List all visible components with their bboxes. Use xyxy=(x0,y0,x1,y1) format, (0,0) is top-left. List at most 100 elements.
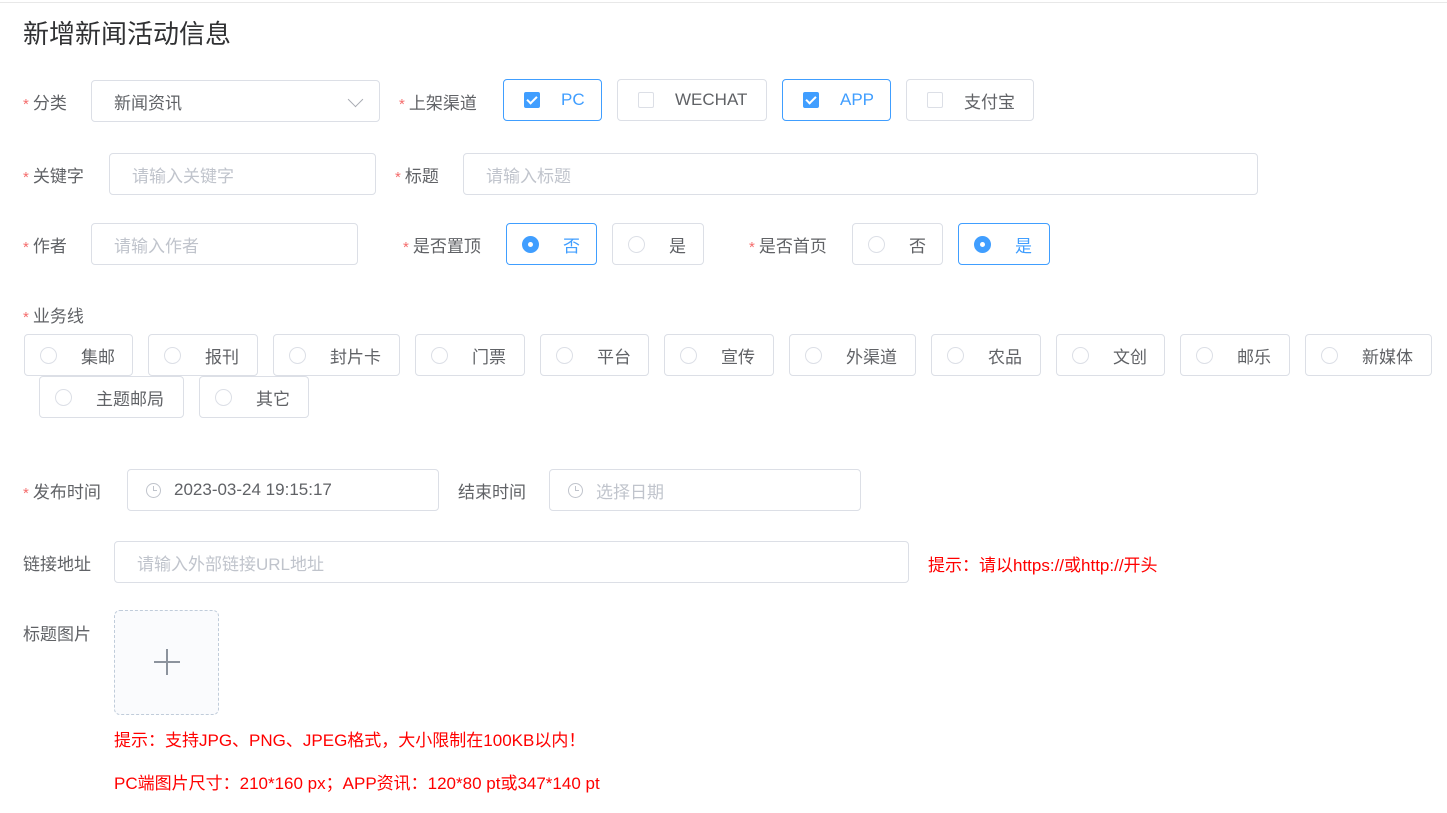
keyword-label: * 关键字 xyxy=(23,162,84,187)
page-title: 新增新闻活动信息 xyxy=(23,19,232,49)
required-mark: * xyxy=(749,239,755,256)
radio-icon xyxy=(215,388,232,406)
radio-icon xyxy=(805,346,822,364)
radio-icon xyxy=(868,235,885,253)
clock-icon xyxy=(146,482,161,498)
required-mark: * xyxy=(395,169,401,186)
business-option: 农品 xyxy=(988,347,1022,367)
channel-label-app: APP xyxy=(840,90,875,109)
business-radio[interactable]: 报刊 xyxy=(148,334,258,376)
publish-time-picker[interactable]: 2023-03-24 19:15:17 xyxy=(127,469,439,511)
homepage-option-yes: 是 xyxy=(1015,236,1032,256)
homepage-radio-no[interactable]: 否 xyxy=(852,223,943,265)
radio-icon xyxy=(556,346,573,364)
channel-checkbox-pc[interactable]: PC xyxy=(503,79,602,121)
business-option: 平台 xyxy=(597,347,631,367)
image-format-hint: 提示：支持JPG、PNG、JPEG格式，大小限制在100KB以内！ xyxy=(114,731,586,750)
business-line-label: * 业务线 xyxy=(23,302,84,327)
keyword-input[interactable]: 请输入关键字 xyxy=(109,153,376,195)
business-option: 其它 xyxy=(256,389,290,409)
top-divider xyxy=(0,2,1447,3)
keyword-placeholder: 请输入关键字 xyxy=(132,166,234,186)
business-radio[interactable]: 邮乐 xyxy=(1180,334,1290,376)
homepage-radio-yes[interactable]: 是 xyxy=(958,223,1050,265)
publish-time-label-text: 发布时间 xyxy=(32,483,101,502)
business-radio[interactable]: 外渠道 xyxy=(789,334,916,376)
required-mark: * xyxy=(23,96,29,113)
category-value: 新闻资讯 xyxy=(114,93,182,113)
publish-time-value: 2023-03-24 19:15:17 xyxy=(174,480,332,499)
channel-label-pc: PC xyxy=(561,90,585,109)
pinned-option-yes: 是 xyxy=(669,236,686,256)
image-size-hint: PC端图片尺寸：210*160 px；APP资讯：120*80 pt或347*1… xyxy=(114,774,600,793)
channels-label-text: 上架渠道 xyxy=(408,94,477,113)
homepage-label-text: 是否首页 xyxy=(758,237,827,256)
link-hint: 提示：请以https://或http://开头 xyxy=(928,556,1158,575)
required-mark: * xyxy=(403,239,409,256)
checkbox-checked-icon xyxy=(524,92,540,108)
channel-checkbox-alipay[interactable]: 支付宝 xyxy=(906,79,1034,121)
business-radio[interactable]: 集邮 xyxy=(24,334,133,376)
business-option: 新媒体 xyxy=(1362,347,1413,367)
required-mark: * xyxy=(23,485,29,502)
business-option: 宣传 xyxy=(721,347,755,367)
radio-icon xyxy=(1321,346,1338,364)
business-option: 报刊 xyxy=(205,347,239,367)
radio-checked-icon xyxy=(522,235,539,253)
business-option: 集邮 xyxy=(81,347,115,367)
author-label-text: 作者 xyxy=(32,237,67,256)
pinned-radio-yes[interactable]: 是 xyxy=(612,223,704,265)
homepage-label: * 是否首页 xyxy=(749,232,827,257)
radio-icon xyxy=(628,235,645,253)
end-time-placeholder: 选择日期 xyxy=(596,482,664,502)
business-radio[interactable]: 平台 xyxy=(540,334,649,376)
author-input[interactable]: 请输入作者 xyxy=(91,223,358,265)
image-upload-button[interactable] xyxy=(114,610,219,715)
pinned-label-text: 是否置顶 xyxy=(412,237,481,256)
business-option: 主题邮局 xyxy=(96,389,164,409)
business-option: 邮乐 xyxy=(1237,347,1271,367)
radio-icon xyxy=(1196,346,1213,364)
required-mark: * xyxy=(23,309,29,326)
title-label: * 标题 xyxy=(395,162,439,187)
radio-icon xyxy=(1072,346,1089,364)
publish-time-label: * 发布时间 xyxy=(23,478,101,503)
plus-icon-vertical xyxy=(166,649,168,675)
title-input[interactable]: 请输入标题 xyxy=(463,153,1258,195)
business-option: 封片卡 xyxy=(330,347,381,367)
business-radio[interactable]: 农品 xyxy=(931,334,1041,376)
radio-icon xyxy=(164,346,181,364)
checkbox-icon xyxy=(638,92,654,108)
pinned-radio-no[interactable]: 否 xyxy=(506,223,597,265)
business-option: 文创 xyxy=(1113,347,1147,367)
channel-checkbox-app[interactable]: APP xyxy=(782,79,891,121)
title-placeholder: 请输入标题 xyxy=(486,166,571,186)
title-label-text: 标题 xyxy=(404,167,439,186)
business-radio[interactable]: 门票 xyxy=(415,334,525,376)
business-option: 外渠道 xyxy=(846,347,897,367)
radio-icon xyxy=(431,346,448,364)
category-label: * 分类 xyxy=(23,89,67,114)
channels-label: * 上架渠道 xyxy=(399,89,477,114)
channel-checkbox-wechat[interactable]: WECHAT xyxy=(617,79,767,121)
link-input[interactable]: 请输入外部链接URL地址 xyxy=(114,541,909,583)
chevron-down-icon xyxy=(347,91,364,108)
radio-icon xyxy=(289,346,306,364)
keyword-label-text: 关键字 xyxy=(32,167,84,186)
radio-icon xyxy=(947,346,964,364)
title-image-label: 标题图片 xyxy=(23,625,91,644)
required-mark: * xyxy=(399,96,405,113)
business-radio[interactable]: 宣传 xyxy=(664,334,774,376)
business-radio[interactable]: 封片卡 xyxy=(273,334,400,376)
clock-icon xyxy=(568,482,583,498)
category-select[interactable]: 新闻资讯 xyxy=(91,80,380,122)
end-time-picker[interactable]: 选择日期 xyxy=(549,469,861,511)
category-label-text: 分类 xyxy=(32,94,67,113)
required-mark: * xyxy=(23,169,29,186)
business-radio[interactable]: 新媒体 xyxy=(1305,334,1432,376)
business-radio[interactable]: 文创 xyxy=(1056,334,1165,376)
business-radio[interactable]: 主题邮局 xyxy=(39,376,184,418)
radio-icon xyxy=(55,388,72,406)
pinned-option-no: 否 xyxy=(563,236,580,256)
business-radio[interactable]: 其它 xyxy=(199,376,309,418)
